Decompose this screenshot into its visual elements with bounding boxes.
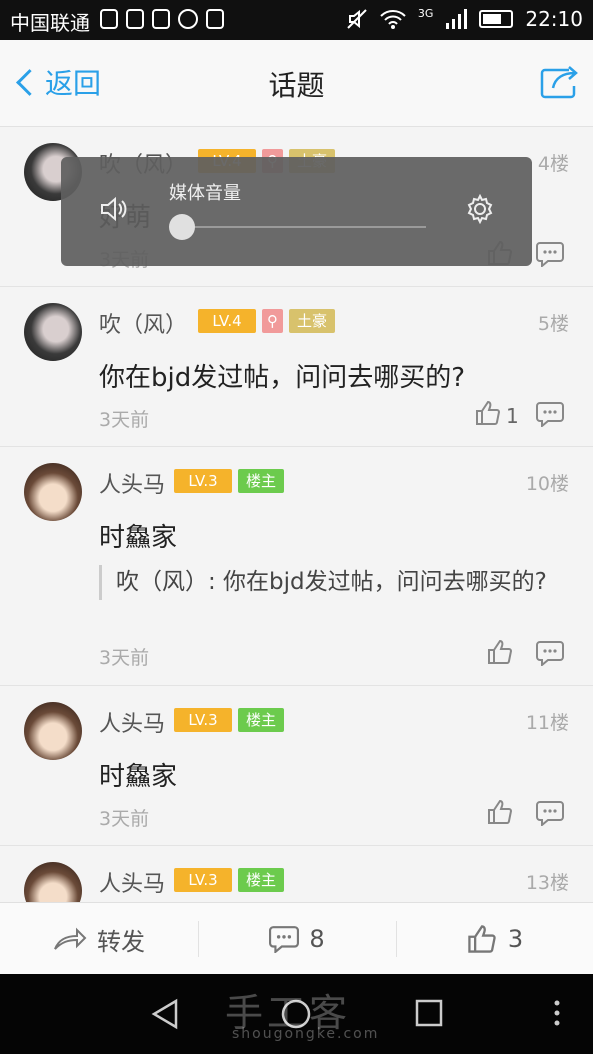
floor-number: 11楼 (525, 712, 569, 734)
speaker-icon[interactable] (99, 194, 129, 224)
badges: LV.3 楼主 (174, 868, 285, 892)
level-badge: LV.4 (198, 309, 256, 333)
quoted-reply[interactable]: 吹（风）: 你在bjd发过帖，问问去哪买的? (99, 565, 566, 600)
avatar[interactable] (24, 702, 82, 760)
comment-icon (269, 926, 300, 953)
post-time: 3天前 (99, 647, 150, 669)
comment-content: 你在bjd发过帖，问问去哪买的? (99, 363, 466, 393)
volume-overlay: 媒体音量 (61, 157, 532, 266)
username[interactable]: 吹（风） (99, 307, 187, 339)
status-right: 3G 22:10 (346, 7, 583, 31)
notification-icons (100, 9, 224, 29)
badges: LV.4 ⚲ 土豪 (198, 309, 336, 333)
volume-slider-track[interactable] (179, 226, 426, 228)
username[interactable]: 人头马 (99, 706, 165, 738)
like-icon[interactable] (474, 399, 502, 427)
level-badge: LV.3 (174, 469, 232, 493)
network-type: 3G (417, 6, 434, 20)
like-icon (468, 925, 496, 953)
nav-back-icon[interactable] (150, 998, 180, 1030)
comment-icon[interactable] (536, 241, 564, 267)
forward-label: 转发 (97, 927, 145, 956)
comment-post: 人头马 LV.3 楼主 10楼 时鱻家 吹（风）: 你在bjd发过帖，问问去哪买… (0, 447, 593, 686)
like-icon[interactable] (486, 798, 514, 826)
comment-post: 人头马 LV.3 楼主 11楼 时鱻家 3天前 (0, 686, 593, 846)
comment-post: 人头马 LV.3 楼主 13楼 (0, 846, 593, 920)
level-badge: LV.3 (174, 708, 232, 732)
search-badge-icon: ⚲ (262, 309, 283, 333)
post-time: 3天前 (99, 808, 150, 830)
app-notification-icon (126, 9, 144, 29)
carrier-name: 中国联通 (10, 11, 90, 35)
badges: LV.3 楼主 (174, 708, 285, 732)
action-bar: 转发 8 3 (0, 902, 593, 975)
volume-slider-thumb[interactable] (169, 214, 195, 240)
status-bar: 中国联通 3G 22:10 (0, 0, 593, 40)
avatar[interactable] (24, 303, 82, 361)
clock: 22:10 (525, 7, 583, 31)
floor-number: 13楼 (525, 872, 569, 894)
battery-icon (479, 10, 514, 28)
level-badge: LV.3 (174, 868, 232, 892)
owner-badge: 楼主 (238, 868, 285, 892)
comment-content: 时鱻家 (99, 762, 178, 792)
like-count: 1 (506, 404, 519, 428)
floor-number: 4楼 (537, 153, 569, 175)
wifi-icon (380, 10, 406, 29)
download-icon (206, 9, 224, 29)
share-icon[interactable] (539, 64, 579, 100)
comment-content: 时鱻家 (99, 523, 178, 553)
rich-badge: 土豪 (289, 309, 336, 333)
like-button[interactable]: 3 (396, 903, 593, 975)
username[interactable]: 人头马 (99, 467, 165, 499)
signal-icon (446, 9, 468, 29)
image-notification-icon (100, 9, 118, 29)
comment-count: 8 (309, 925, 325, 953)
mute-icon (347, 9, 367, 29)
like-count: 3 (507, 925, 524, 953)
sync-icon (178, 9, 198, 29)
floor-number: 10楼 (525, 473, 569, 495)
volume-title: 媒体音量 (169, 183, 241, 204)
comment-icon[interactable] (536, 401, 564, 427)
post-time: 3天前 (99, 409, 150, 431)
comment-button[interactable]: 8 (198, 903, 396, 975)
avatar[interactable] (24, 463, 82, 521)
page-title: 话题 (268, 69, 325, 102)
comment-icon[interactable] (536, 800, 564, 826)
settings-gear-icon[interactable] (465, 194, 495, 224)
badges: LV.3 楼主 (174, 469, 285, 493)
owner-badge: 楼主 (238, 469, 285, 493)
owner-badge: 楼主 (238, 708, 285, 732)
nav-menu-icon[interactable] (552, 998, 562, 1028)
username[interactable]: 人头马 (99, 866, 165, 898)
top-bar: 返回 话题 (0, 40, 593, 127)
forward-button[interactable]: 转发 (0, 903, 198, 975)
floor-number: 5楼 (537, 313, 569, 335)
watermark-url: shougongke.com (232, 1026, 380, 1042)
forward-icon (54, 927, 87, 950)
comment-icon[interactable] (536, 640, 564, 666)
comment-post: 吹（风） LV.4 ⚲ 土豪 5楼 你在bjd发过帖，问问去哪买的? 3天前 1 (0, 287, 593, 447)
nav-recents-icon[interactable] (414, 998, 444, 1028)
like-icon[interactable] (486, 638, 514, 666)
app-notification-icon-2 (152, 9, 170, 29)
